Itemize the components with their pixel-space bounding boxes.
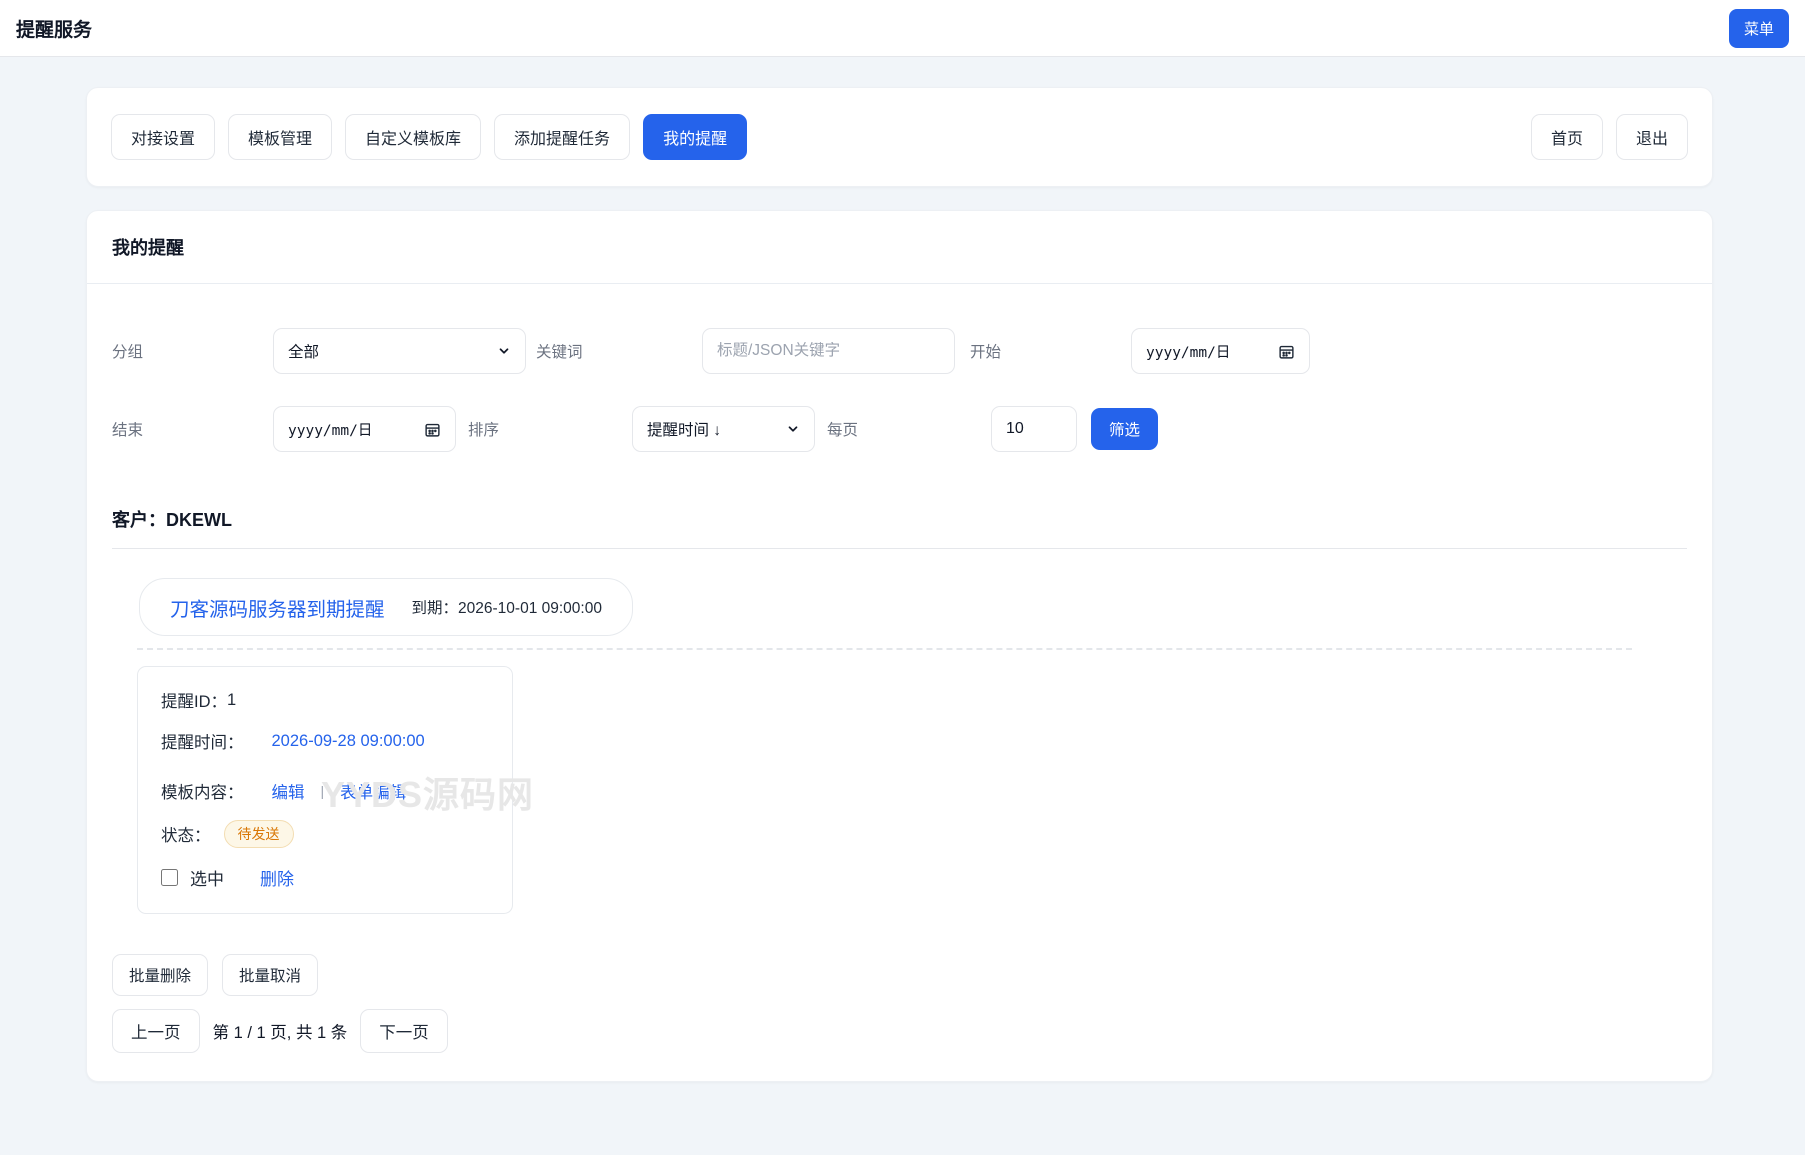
sort-select-value: 提醒时间 ↓ [647,418,721,440]
reminder-id-value: 1 [227,691,236,710]
per-page-label: 每页 [815,418,991,440]
sort-select[interactable]: 提醒时间 ↓ [632,406,815,452]
topbar: 提醒服务 菜单 [0,0,1805,57]
customer-heading: 客户：DKEWL [112,506,1687,532]
pagination: 上一页 第 1 / 1 页, 共 1 条 下一页 [112,1009,1687,1053]
end-date-placeholder: yyyy/mm/日 [288,419,372,440]
per-page-input[interactable] [1006,420,1062,438]
home-button[interactable]: 首页 [1531,114,1603,160]
keyword-label: 关键词 [526,340,702,362]
edit-link[interactable]: 编辑 [272,779,305,803]
tab-custom-template-library[interactable]: 自定义模板库 [345,114,481,160]
reminder-time-link[interactable]: 2026-09-28 09:00:00 [272,732,425,751]
per-page-input-wrap [991,406,1077,452]
batch-cancel-button[interactable]: 批量取消 [222,954,318,996]
start-label: 开始 [955,340,1131,362]
select-label: 选中 [190,865,224,890]
calendar-icon[interactable] [424,421,441,438]
keyword-input-wrap [702,328,955,374]
delete-link[interactable]: 删除 [260,865,294,890]
calendar-icon[interactable] [1278,343,1295,360]
filter-button[interactable]: 筛选 [1091,408,1158,450]
panel-title: 我的提醒 [87,211,1712,284]
app-title: 提醒服务 [16,15,92,42]
reminder-summary-card: 刀客源码服务器到期提醒 到期：2026-10-01 09:00:00 [139,578,633,636]
template-label: 模板内容： [161,779,244,803]
start-date-placeholder: yyyy/mm/日 [1146,341,1230,362]
tab-my-reminders[interactable]: 我的提醒 [643,114,747,160]
select-checkbox[interactable] [161,869,178,886]
link-separator: | [321,783,325,799]
template-row: 模板内容： 编辑 | 表单编辑 [161,779,489,803]
tab-template-management[interactable]: 模板管理 [228,114,332,160]
end-date-input[interactable]: yyyy/mm/日 [273,406,456,452]
my-reminders-panel: 我的提醒 分组 全部 关键词 开始 [86,210,1713,1082]
page-info: 第 1 / 1 页, 共 1 条 [213,1019,348,1043]
nav-right-actions: 首页 退出 [1531,114,1688,160]
status-badge: 待发送 [224,820,294,848]
group-select-value: 全部 [288,340,319,362]
tab-connection-settings[interactable]: 对接设置 [111,114,215,160]
logout-button[interactable]: 退出 [1616,114,1688,160]
form-edit-link[interactable]: 表单编辑 [340,779,406,803]
start-date-input[interactable]: yyyy/mm/日 [1131,328,1310,374]
prev-page-button[interactable]: 上一页 [112,1009,200,1053]
customer-label: 客户： [112,510,166,530]
reminder-id-row: 提醒ID： 1 [161,688,489,712]
chevron-down-icon [786,422,800,436]
keyword-input[interactable] [717,342,940,360]
dashed-divider [137,648,1632,650]
reminder-due: 到期：2026-10-01 09:00:00 [412,596,602,618]
group-label: 分组 [112,340,273,362]
due-label: 到期： [412,600,459,617]
sort-label: 排序 [456,418,632,440]
filter-section: 分组 全部 关键词 开始 yyyy/mm/日 [112,284,1687,452]
reminder-detail-card: 提醒ID： 1 提醒时间： 2026-09-28 09:00:00 模板内容： … [137,666,513,914]
customer-name: DKEWL [166,510,232,530]
nav-card: 对接设置 模板管理 自定义模板库 添加提醒任务 我的提醒 首页 退出 [86,87,1713,187]
next-page-button[interactable]: 下一页 [360,1009,448,1053]
reminder-time-label: 提醒时间： [161,729,244,753]
nav-tabs: 对接设置 模板管理 自定义模板库 添加提醒任务 我的提醒 [111,114,747,160]
reminder-time-row: 提醒时间： 2026-09-28 09:00:00 [161,729,489,753]
select-row: 选中 删除 [161,865,489,890]
menu-button[interactable]: 菜单 [1729,9,1789,48]
batch-actions: 批量删除 批量取消 [112,954,1687,996]
group-select[interactable]: 全部 [273,328,526,374]
end-label: 结束 [112,418,273,440]
batch-delete-button[interactable]: 批量删除 [112,954,208,996]
reminder-title-link[interactable]: 刀客源码服务器到期提醒 [170,593,385,622]
status-label: 状态： [161,822,211,846]
due-value: 2026-10-01 09:00:00 [458,600,602,617]
tab-add-reminder-task[interactable]: 添加提醒任务 [494,114,630,160]
status-row: 状态： 待发送 [161,820,489,848]
reminder-id-label: 提醒ID： [161,688,227,712]
chevron-down-icon [497,344,511,358]
